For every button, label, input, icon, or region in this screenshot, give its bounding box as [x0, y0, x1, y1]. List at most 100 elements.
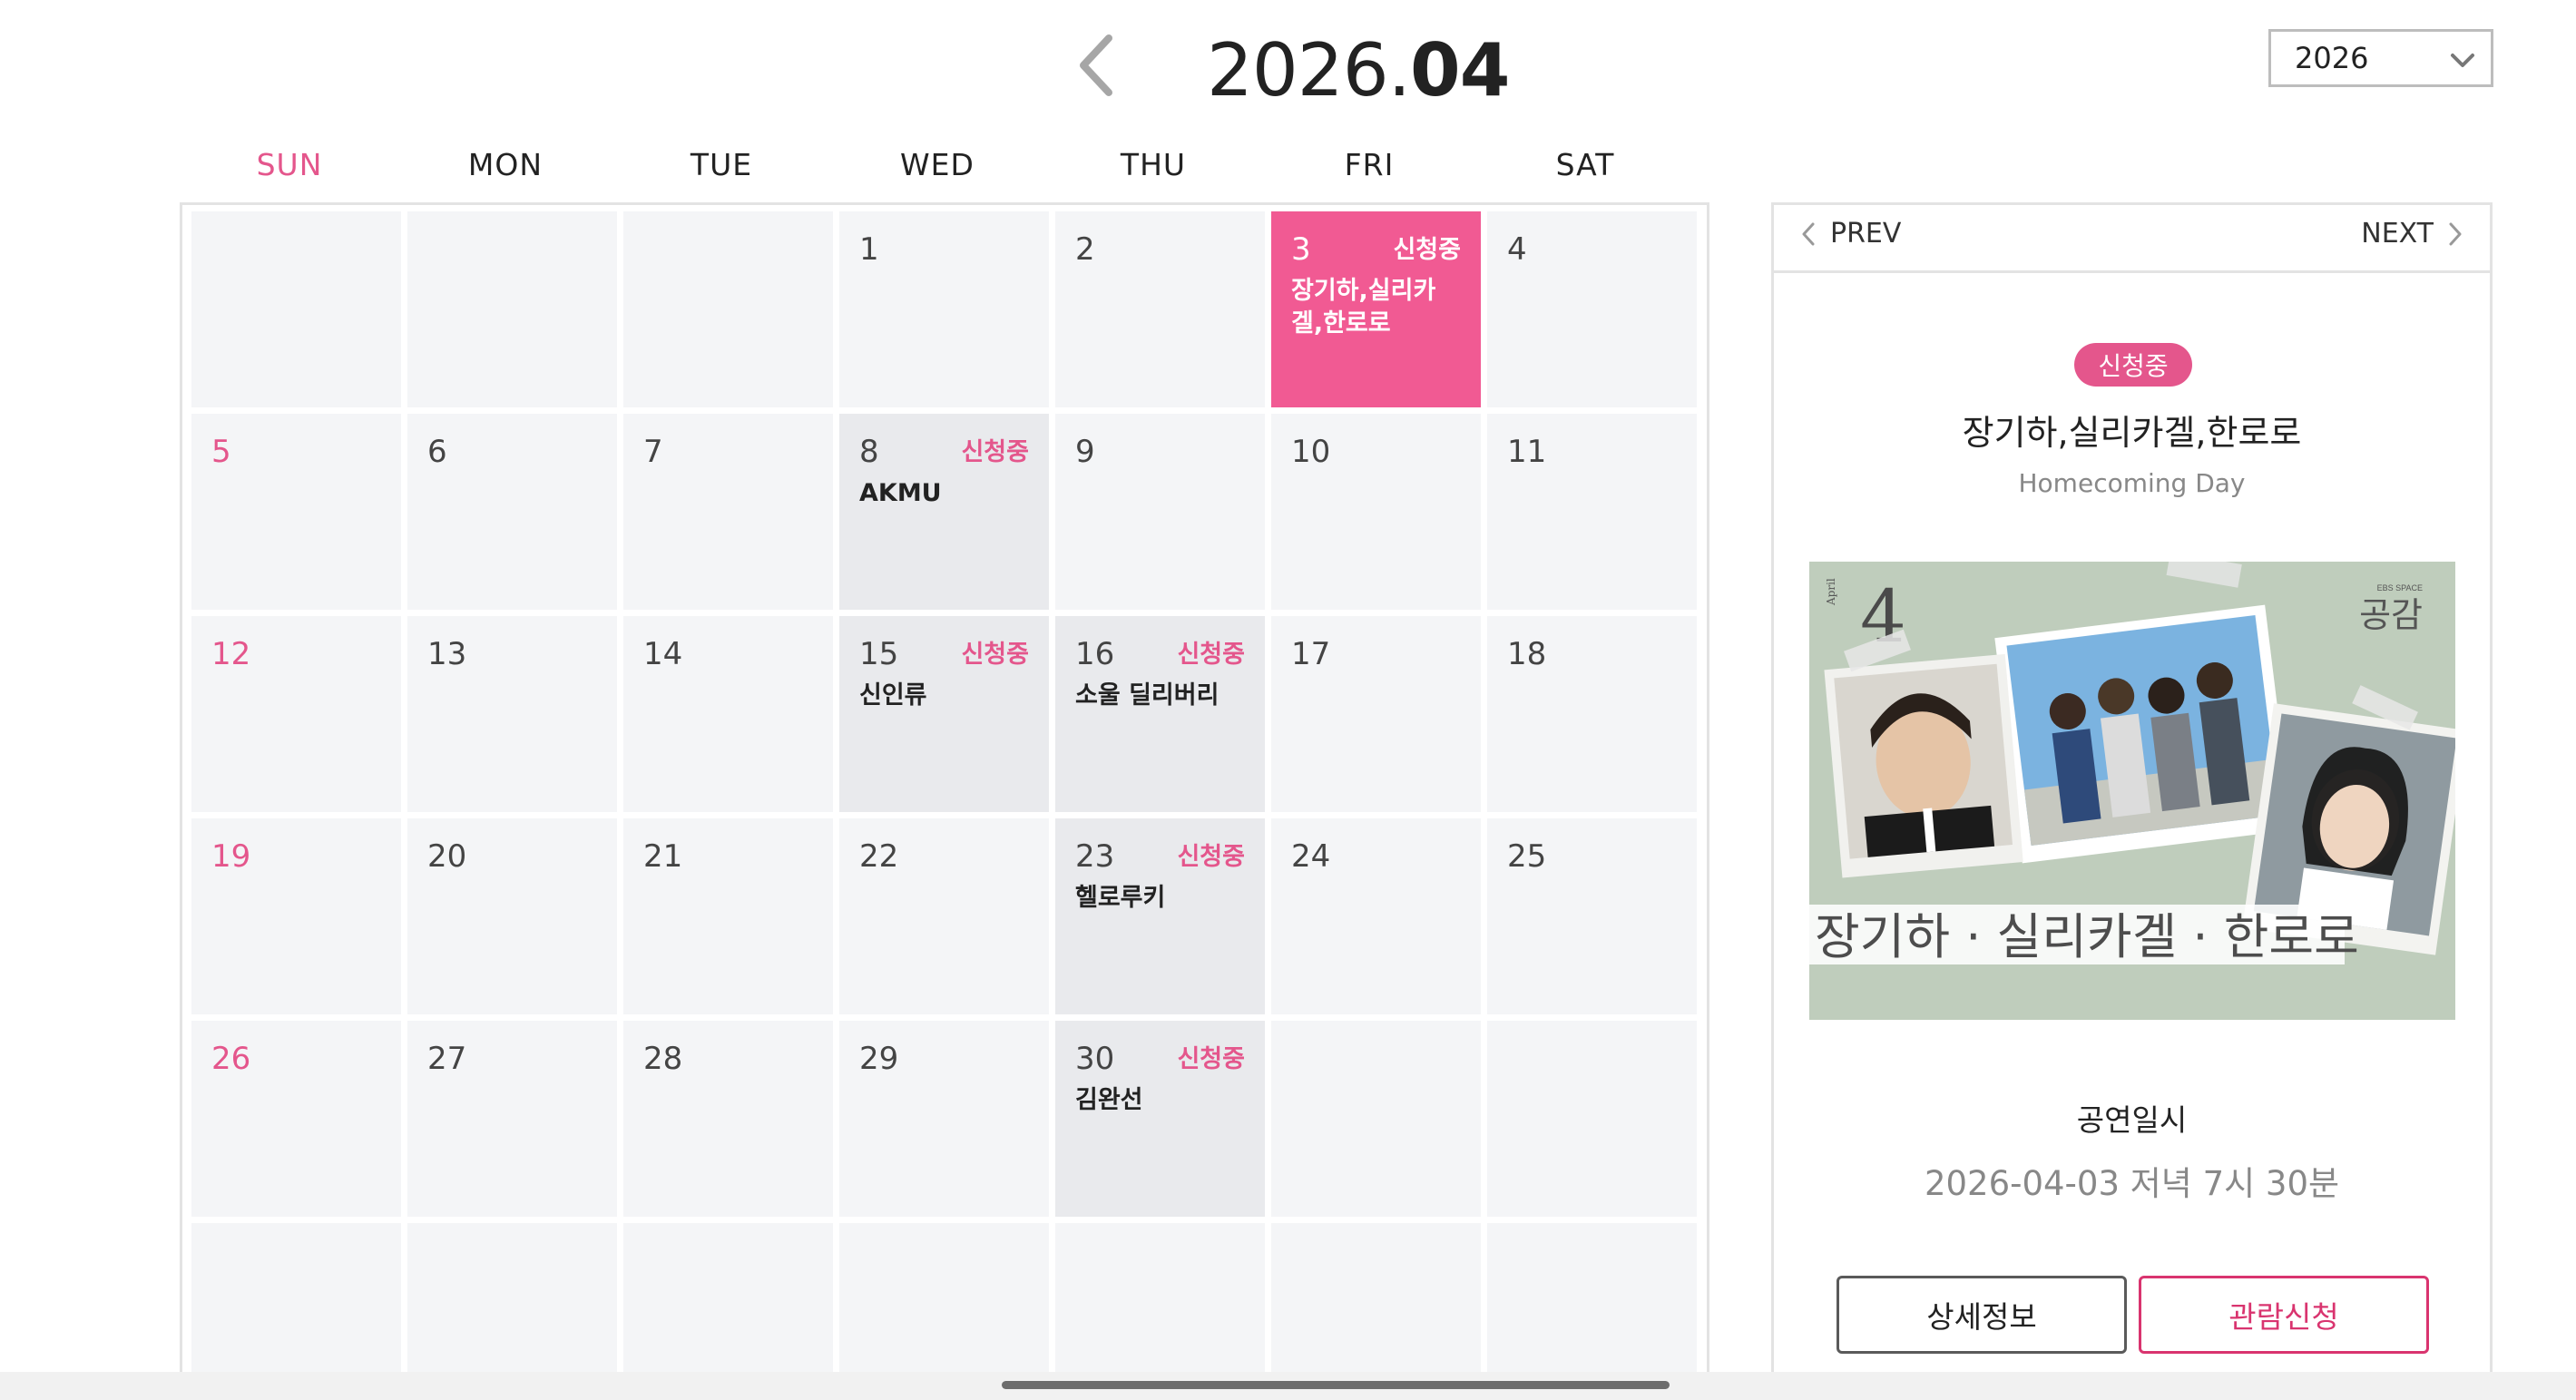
- calendar-day-cell[interactable]: 26: [191, 1021, 401, 1217]
- calendar-day-cell[interactable]: 10: [1271, 414, 1481, 610]
- day-number: 4: [1507, 231, 1527, 268]
- calendar-day-cell: [191, 211, 401, 407]
- calendar-day-cell[interactable]: 28: [623, 1021, 833, 1217]
- year-select[interactable]: 2026: [2268, 29, 2493, 87]
- weekday-header: SUN MON TUE WED THU FRI SAT: [181, 147, 1887, 192]
- event-poster: April 4 EBS SPACE 공감 장기하 · 실리카겔 · 한로로: [1809, 562, 2455, 1020]
- month-header: 2026.04: [1071, 25, 1543, 116]
- day-number: 7: [643, 434, 663, 470]
- calendar-day-cell[interactable]: 17: [1271, 616, 1481, 812]
- day-number: 24: [1291, 838, 1331, 875]
- event-status-label: 신청중: [1177, 641, 1245, 669]
- poster-photo-left: [1824, 653, 2023, 878]
- panel-prev-button[interactable]: PREV: [1799, 218, 1901, 250]
- calendar-day-cell[interactable]: 22: [839, 818, 1049, 1014]
- calendar-day-cell[interactable]: 7: [623, 414, 833, 610]
- day-number: 6: [427, 434, 447, 470]
- calendar-day-cell[interactable]: 6: [407, 414, 617, 610]
- month-title-year: 2026.: [1207, 28, 1411, 113]
- day-number: 16: [1075, 636, 1115, 672]
- event-title: 소울 딜리버리: [1075, 681, 1219, 710]
- event-status-label: 신청중: [1393, 236, 1461, 264]
- calendar-event-cell[interactable]: 8 신청중 AKMU: [839, 414, 1049, 610]
- year-select-value: 2026: [2295, 41, 2369, 75]
- day-number: 8: [859, 434, 879, 470]
- day-number: 11: [1507, 434, 1547, 470]
- calendar-day-cell[interactable]: 25: [1487, 818, 1697, 1014]
- event-status-label: 신청중: [961, 641, 1029, 669]
- panel-nav: PREV NEXT: [1774, 205, 2490, 273]
- day-number: 20: [427, 838, 467, 875]
- day-number: 2: [1075, 231, 1095, 268]
- poster-photo-group: [1994, 604, 2293, 864]
- calendar-day-cell[interactable]: 2: [1055, 211, 1265, 407]
- day-number: 19: [211, 838, 251, 875]
- day-number: 12: [211, 636, 251, 672]
- calendar-day-cell[interactable]: 4: [1487, 211, 1697, 407]
- panel-prev-label: PREV: [1830, 218, 1902, 250]
- calendar-grid: 1 2 3 신청중 장기하,실리카겔,한로로 4 5 6 7 8 신청중 AKMU 9 10 11 12 13 1…: [191, 211, 1697, 1400]
- calendar-day-cell[interactable]: 19: [191, 818, 401, 1014]
- day-number: 10: [1291, 434, 1331, 470]
- calendar-day-cell: [1487, 1021, 1697, 1217]
- calendar-event-cell[interactable]: 3 신청중 장기하,실리카겔,한로로: [1271, 211, 1481, 407]
- status-badge: 신청중: [2074, 343, 2192, 387]
- weekday-fri: FRI: [1344, 147, 1395, 182]
- calendar-day-cell[interactable]: 24: [1271, 818, 1481, 1014]
- calendar-day-cell[interactable]: 18: [1487, 616, 1697, 812]
- day-number: 5: [211, 434, 231, 470]
- poster-logo-small: EBS SPACE: [2377, 583, 2423, 592]
- calendar-day-cell[interactable]: 29: [839, 1021, 1049, 1217]
- weekday-tue: TUE: [690, 147, 753, 182]
- calendar-event-cell[interactable]: 23 신청중 헬로루키: [1055, 818, 1265, 1014]
- event-status-label: 신청중: [961, 438, 1029, 466]
- weekday-thu: THU: [1120, 147, 1187, 182]
- prev-month-button[interactable]: [1071, 29, 1170, 111]
- performance-title: 장기하,실리카겔,한로로: [1962, 413, 2302, 453]
- day-number: 29: [859, 1041, 899, 1077]
- weekday-mon: MON: [467, 147, 544, 182]
- day-number: 30: [1075, 1041, 1115, 1077]
- panel-next-label: NEXT: [2361, 218, 2434, 250]
- chevron-right-icon: [2449, 222, 2462, 245]
- detail-info-button[interactable]: 상세정보: [1837, 1276, 2127, 1354]
- day-number: 25: [1507, 838, 1547, 875]
- calendar-day-cell[interactable]: 21: [623, 818, 833, 1014]
- apply-button[interactable]: 관람신청: [2139, 1276, 2429, 1354]
- day-number: 15: [859, 636, 899, 672]
- performance-date-label: 공연일시: [2076, 1102, 2188, 1138]
- calendar-day-cell[interactable]: 27: [407, 1021, 617, 1217]
- home-indicator[interactable]: [1002, 1381, 1670, 1389]
- calendar-day-cell[interactable]: 5: [191, 414, 401, 610]
- event-detail-panel: PREV NEXT 신청중 장기하,실리카겔,한로로 Homecoming Da…: [1771, 202, 2493, 1400]
- chevron-left-icon: [1080, 34, 1112, 96]
- day-number: 1: [859, 231, 879, 268]
- panel-next-button[interactable]: NEXT: [2361, 218, 2464, 250]
- month-title: 2026.04: [1207, 28, 1510, 113]
- calendar-day-cell[interactable]: 12: [191, 616, 401, 812]
- month-title-month: 04: [1410, 28, 1510, 113]
- day-number: 14: [643, 636, 683, 672]
- day-number: 18: [1507, 636, 1547, 672]
- calendar-event-cell[interactable]: 30 신청중 김완선: [1055, 1021, 1265, 1217]
- calendar: 1 2 3 신청중 장기하,실리카겔,한로로 4 5 6 7 8 신청중 AKMU 9 10 11 12 13 1…: [180, 202, 1709, 1400]
- day-number: 23: [1075, 838, 1115, 875]
- calendar-day-cell[interactable]: 13: [407, 616, 617, 812]
- event-title: AKMU: [859, 479, 942, 507]
- calendar-event-cell[interactable]: 15 신청중 신인류: [839, 616, 1049, 812]
- calendar-day-cell[interactable]: 11: [1487, 414, 1697, 610]
- calendar-event-cell[interactable]: 16 신청중소울 딜리버리: [1055, 616, 1265, 812]
- calendar-day-cell[interactable]: 1: [839, 211, 1049, 407]
- day-number: 9: [1075, 434, 1095, 470]
- calendar-day-cell[interactable]: 20: [407, 818, 617, 1014]
- weekday-sun: SUN: [256, 147, 323, 182]
- calendar-day-cell: [407, 211, 617, 407]
- performance-date: 2026-04-03 저녁 7시 30분: [1924, 1164, 2340, 1203]
- calendar-day-cell[interactable]: 9: [1055, 414, 1265, 610]
- event-title: 헬로루키: [1075, 884, 1166, 912]
- poster-logo: 공감: [2359, 595, 2423, 635]
- event-status-label: 신청중: [1177, 1045, 1245, 1073]
- poster-month-small: April: [1825, 578, 1837, 606]
- day-number: 27: [427, 1041, 467, 1077]
- calendar-day-cell[interactable]: 14: [623, 616, 833, 812]
